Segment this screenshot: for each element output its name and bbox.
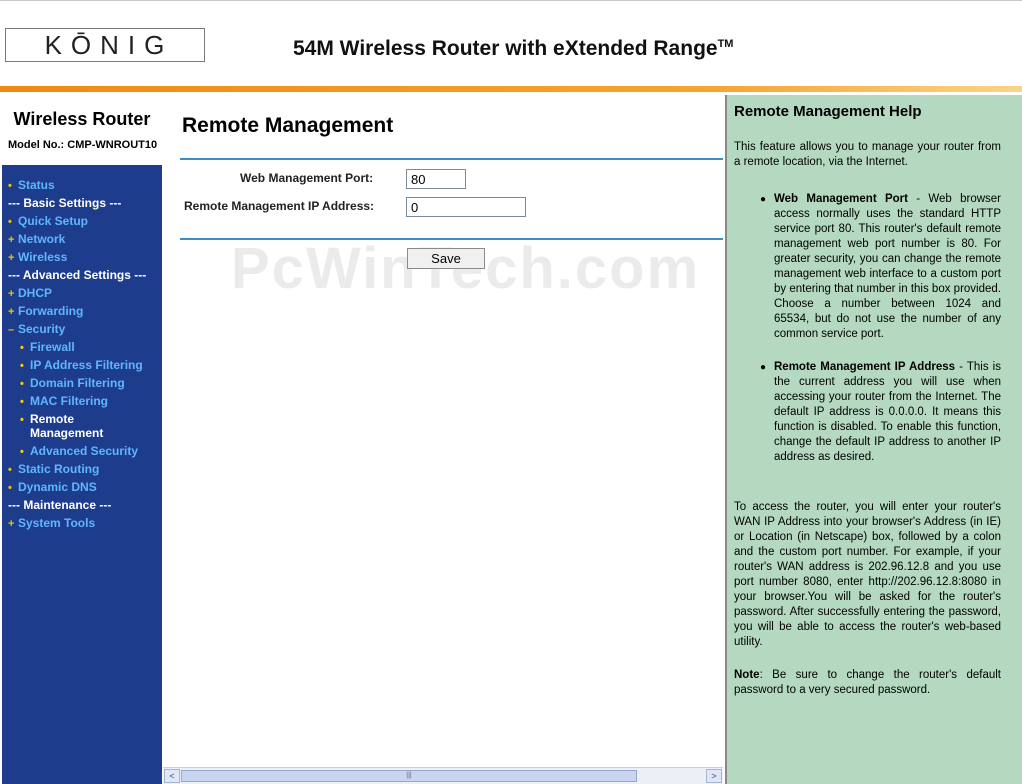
help-note-label: Note xyxy=(734,669,760,681)
help-port-text: - Web browser access normally uses the s… xyxy=(774,193,1001,340)
model-label: Model No.: xyxy=(8,139,65,151)
bullet-icon: • xyxy=(8,216,12,228)
bullet-icon: • xyxy=(20,342,24,354)
konig-logo: KŌNIG xyxy=(5,28,205,62)
sidebar-item-label: Remote xyxy=(30,412,75,426)
sidebar-item-label: MAC Filtering xyxy=(30,394,108,408)
bullet-icon: • xyxy=(20,414,24,426)
product-title: 54M Wireless Router with eXtended RangeT… xyxy=(293,37,733,61)
expand-icon: + xyxy=(8,306,15,318)
sidebar-item-label: Firewall xyxy=(30,340,75,354)
sidebar-item-remote-management-cont[interactable]: Management xyxy=(20,426,103,440)
help-ip-text: - This is the current address you will u… xyxy=(774,361,1001,463)
sidebar-header: Wireless Router Model No.: CMP-WNROUT10 xyxy=(2,95,162,165)
scroll-left-icon[interactable]: < xyxy=(164,769,180,783)
sidebar-item-label: Management xyxy=(30,426,104,440)
product-title-text: 54M Wireless Router with eXtended Range xyxy=(293,37,718,60)
sidebar-item-status[interactable]: • Status xyxy=(8,178,55,192)
page-title: Remote Management xyxy=(182,114,394,137)
help-access-text: To access the router, you will enter you… xyxy=(734,501,1001,648)
help-ip-heading: Remote Management IP Address xyxy=(774,361,956,373)
main-panel: PcWinTech.com Remote Management Web Mana… xyxy=(163,95,725,784)
sidebar-item-label: Advanced Security xyxy=(30,444,139,458)
sidebar-item-label: Forwarding xyxy=(18,304,84,318)
sidebar-item-advanced-security[interactable]: • Advanced Security xyxy=(20,444,138,458)
divider-top xyxy=(180,158,723,160)
sidebar-item-remote-management[interactable]: • Remote xyxy=(20,412,74,426)
bullet-icon: • xyxy=(20,378,24,390)
help-ip-item: ● Remote Management IP Address - This is… xyxy=(760,360,1001,465)
sidebar: Wireless Router Model No.: CMP-WNROUT10 … xyxy=(2,95,162,784)
sidebar-item-static-routing[interactable]: • Static Routing xyxy=(8,462,99,476)
header-accent-bar xyxy=(0,86,1022,92)
sidebar-item-system-tools[interactable]: + System Tools xyxy=(8,516,95,530)
remote-ip-label: Remote Management IP Address: xyxy=(184,199,375,213)
sidebar-item-dynamic-dns[interactable]: • Dynamic DNS xyxy=(8,480,97,494)
bullet-icon: ● xyxy=(760,362,767,373)
sidebar-section-maintenance: --- Maintenance --- xyxy=(8,498,112,512)
bullet-icon: • xyxy=(20,446,24,458)
sidebar-item-ip-address-filtering[interactable]: • IP Address Filtering xyxy=(20,358,143,372)
remote-ip-input[interactable] xyxy=(406,197,526,217)
help-note-text: : Be sure to change the router's default… xyxy=(734,669,1001,696)
web-management-port-label: Web Management Port: xyxy=(240,171,374,185)
sidebar-item-domain-filtering[interactable]: • Domain Filtering xyxy=(20,376,125,390)
expand-icon: + xyxy=(8,518,15,530)
scroll-right-icon[interactable]: > xyxy=(706,769,722,783)
model-number: Model No.: CMP-WNROUT10 xyxy=(8,139,157,151)
help-intro: This feature allows you to manage your r… xyxy=(734,141,1001,168)
help-title: Remote Management Help xyxy=(734,103,922,120)
help-port-item: ● Web Management Port - Web browser acce… xyxy=(760,192,1001,342)
sidebar-item-label: Static Routing xyxy=(18,462,100,476)
bullet-icon: • xyxy=(20,360,24,372)
sidebar-item-firewall[interactable]: • Firewall xyxy=(20,340,75,354)
sidebar-title: Wireless Router xyxy=(13,109,151,129)
sidebar-item-network[interactable]: + Network xyxy=(8,232,65,246)
help-port-heading: Web Management Port xyxy=(774,193,908,205)
divider-bottom xyxy=(180,238,723,240)
sidebar-item-forwarding[interactable]: + Forwarding xyxy=(8,304,83,318)
scrollbar-thumb[interactable]: ||| xyxy=(181,770,637,782)
sidebar-item-wireless[interactable]: + Wireless xyxy=(8,250,67,264)
save-button[interactable]: Save xyxy=(407,248,485,269)
sidebar-item-label: Security xyxy=(18,322,66,336)
bullet-icon: • xyxy=(8,180,12,192)
sidebar-section-basic: --- Basic Settings --- xyxy=(8,196,122,210)
collapse-icon: – xyxy=(8,324,15,336)
sidebar-item-dhcp[interactable]: + DHCP xyxy=(8,286,52,300)
sidebar-item-label: Network xyxy=(18,232,66,246)
help-panel: Remote Management Help This feature allo… xyxy=(725,95,1022,784)
sidebar-item-label: IP Address Filtering xyxy=(30,358,143,372)
trademark: TM xyxy=(717,38,734,50)
bullet-icon: • xyxy=(8,464,12,476)
sidebar-item-security[interactable]: – Security xyxy=(8,322,65,336)
sidebar-item-label: Wireless xyxy=(18,250,68,264)
sidebar-item-label: System Tools xyxy=(18,516,96,530)
bullet-icon: ● xyxy=(760,194,767,205)
expand-icon: + xyxy=(8,288,15,300)
sidebar-item-label: DHCP xyxy=(18,286,53,300)
sidebar-item-label: Domain Filtering xyxy=(30,376,125,390)
sidebar-item-quick-setup[interactable]: • Quick Setup xyxy=(8,214,88,228)
sidebar-item-label: Dynamic DNS xyxy=(18,480,97,494)
help-note: Note: Be sure to change the router's def… xyxy=(734,668,1001,698)
sidebar-item-label: Quick Setup xyxy=(18,214,89,228)
sidebar-item-label: Status xyxy=(18,178,55,192)
bullet-icon: • xyxy=(8,482,12,494)
header: KŌNIG 54M Wireless Router with eXtended … xyxy=(0,0,1022,86)
expand-icon: + xyxy=(8,234,15,246)
horizontal-scrollbar[interactable]: < ||| > xyxy=(163,767,723,784)
sidebar-section-advanced: --- Advanced Settings --- xyxy=(8,268,147,282)
bullet-icon: • xyxy=(20,396,24,408)
model-value: CMP-WNROUT10 xyxy=(67,139,158,151)
web-management-port-input[interactable] xyxy=(406,169,466,189)
expand-icon: + xyxy=(8,252,15,264)
sidebar-item-mac-filtering[interactable]: • MAC Filtering xyxy=(20,394,108,408)
